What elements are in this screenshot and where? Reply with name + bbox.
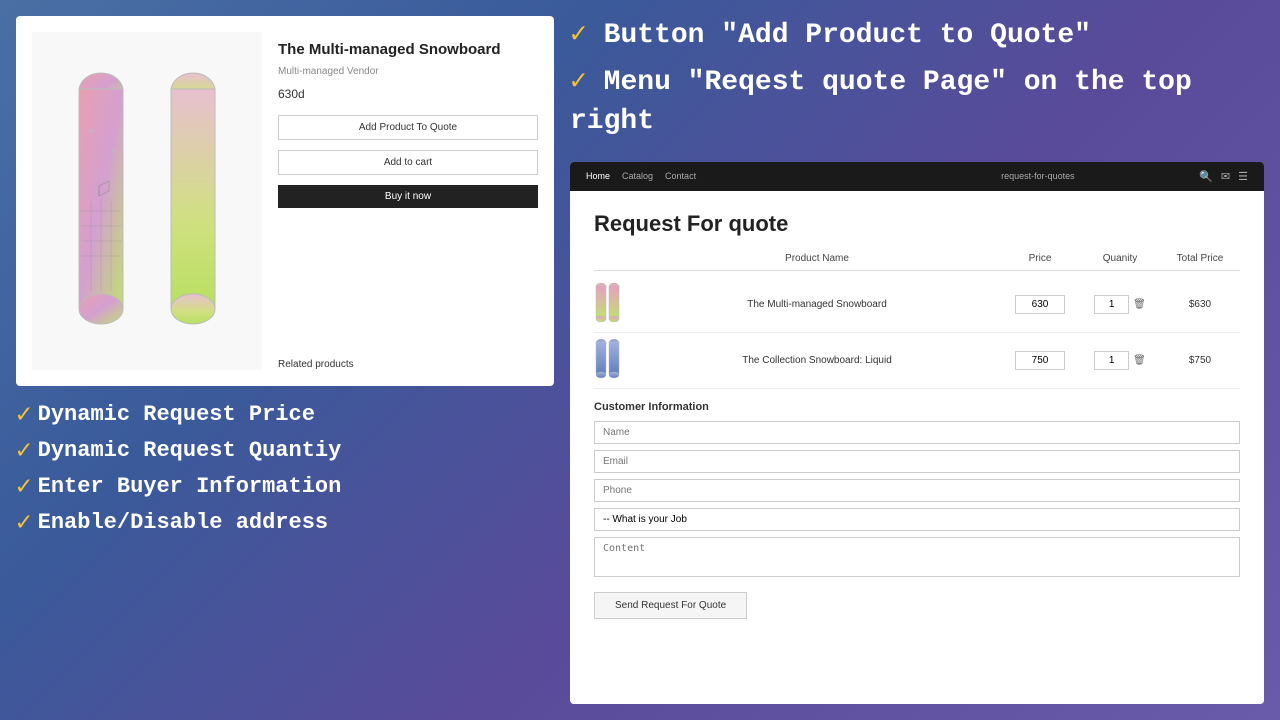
check-icon-top1: ✓ <box>570 20 587 51</box>
nav-contact: Contact <box>665 171 696 181</box>
rfq-row-2-image <box>594 339 634 382</box>
customer-job-select[interactable]: -- What is your Job <box>594 508 1240 531</box>
nav-catalog: Catalog <box>622 171 653 181</box>
col-product-name: Product Name <box>634 253 1000 264</box>
customer-name-input[interactable] <box>594 421 1240 444</box>
rfq-row-1-qty-input[interactable] <box>1094 295 1129 314</box>
feature-text-2: Dynamic Request Quantiy <box>38 438 342 463</box>
rfq-row-2-total: $750 <box>1160 355 1240 366</box>
left-panel: The Multi-managed Snowboard Multi-manage… <box>0 0 570 720</box>
nav-home: Home <box>586 171 610 181</box>
menu-icon: ☰ <box>1238 170 1248 183</box>
rfq-row-1-price-cell <box>1000 295 1080 314</box>
product-card-screenshot: The Multi-managed Snowboard Multi-manage… <box>16 16 554 386</box>
mail-icon: ✉ <box>1221 170 1230 183</box>
search-icon: 🔍 <box>1199 170 1213 183</box>
col-price: Price <box>1000 253 1080 264</box>
rfq-nav-icons: 🔍 ✉ ☰ <box>1199 170 1248 183</box>
customer-content-textarea[interactable] <box>594 537 1240 577</box>
rfq-row-1-image <box>594 283 634 326</box>
add-to-cart-button[interactable]: Add to cart <box>278 150 538 175</box>
top-text-label2: Menu "Reqest quote Page" on the top righ… <box>570 67 1192 137</box>
snowboard-images <box>61 71 233 331</box>
checkmark-icon-2: ✓ <box>16 438 32 464</box>
rfq-title: Request For quote <box>594 211 1240 237</box>
rfq-row-1: The Multi-managed Snowboard 🗑 $630 <box>594 277 1240 333</box>
checkmark-icon-4: ✓ <box>16 510 32 536</box>
col-quantity: Quanity <box>1080 253 1160 264</box>
rfq-row-2-qty-input[interactable] <box>1094 351 1129 370</box>
rfq-row-2-qty-cell: 🗑 <box>1080 351 1160 370</box>
snowboard-1-icon <box>61 71 141 331</box>
rfq-row-2-name: The Collection Snowboard: Liquid <box>634 355 1000 366</box>
send-request-button[interactable]: Send Request For Quote <box>594 592 747 619</box>
rfq-row-2: The Collection Snowboard: Liquid 🗑 $750 <box>594 333 1240 389</box>
feature-item-4: ✓ Enable/Disable address <box>16 510 554 536</box>
checkmark-icon-3: ✓ <box>16 474 32 500</box>
customer-email-input[interactable] <box>594 450 1240 473</box>
buy-it-now-button[interactable]: Buy it now <box>278 185 538 208</box>
snowboard-2-icon <box>153 71 233 331</box>
rfq-url-bar: request-for-quotes <box>893 171 1184 181</box>
rfq-row-1-name: The Multi-managed Snowboard <box>634 299 1000 310</box>
product-title: The Multi-managed Snowboard <box>278 40 538 60</box>
customer-phone-input[interactable] <box>594 479 1240 502</box>
rfq-screenshot: Home Catalog Contact request-for-quotes … <box>570 162 1264 704</box>
product-info: The Multi-managed Snowboard Multi-manage… <box>278 32 538 370</box>
customer-section-label: Customer Information <box>594 401 1240 413</box>
product-price: 630d <box>278 87 538 101</box>
right-panel: ✓ Button "Add Product to Quote" ✓ Menu "… <box>570 0 1280 720</box>
rfq-row-1-price-input[interactable] <box>1015 295 1065 314</box>
related-products-label: Related products <box>278 351 538 370</box>
rfq-row-1-total: $630 <box>1160 299 1240 310</box>
add-product-to-quote-button[interactable]: Add Product To Quote <box>278 115 538 140</box>
top-text-label1: Button "Add Product to Quote" <box>604 20 1091 51</box>
top-right-text: ✓ Button "Add Product to Quote" ✓ Menu "… <box>570 16 1264 142</box>
top-text-line2: ✓ Menu "Reqest quote Page" on the top ri… <box>570 63 1264 141</box>
rfq-row-2-price-input[interactable] <box>1015 351 1065 370</box>
features-list: ✓ Dynamic Request Price ✓ Dynamic Reques… <box>16 402 554 536</box>
feature-item-3: ✓ Enter Buyer Information <box>16 474 554 500</box>
rfq-navbar: Home Catalog Contact request-for-quotes … <box>570 162 1264 191</box>
feature-text-1: Dynamic Request Price <box>38 402 315 427</box>
top-text-line1: ✓ Button "Add Product to Quote" <box>570 16 1264 55</box>
rfq-snowboard-2-icon <box>594 339 622 379</box>
rfq-nav-links: Home Catalog Contact <box>586 171 877 181</box>
feature-text-4: Enable/Disable address <box>38 510 328 535</box>
feature-item-2: ✓ Dynamic Request Quantiy <box>16 438 554 464</box>
rfq-table-header: Product Name Price Quanity Total Price <box>594 253 1240 271</box>
feature-text-3: Enter Buyer Information <box>38 474 342 499</box>
rfq-row-1-delete-icon[interactable]: 🗑 <box>1133 299 1146 310</box>
product-image-area <box>32 32 262 370</box>
rfq-body: Request For quote Product Name Price Qua… <box>570 191 1264 704</box>
check-icon-top2: ✓ <box>570 67 587 98</box>
rfq-snowboard-1-icon <box>594 283 622 323</box>
feature-item-1: ✓ Dynamic Request Price <box>16 402 554 428</box>
product-vendor: Multi-managed Vendor <box>278 66 538 77</box>
rfq-row-1-qty-cell: 🗑 <box>1080 295 1160 314</box>
customer-information-section: Customer Information -- What is your Job… <box>594 401 1240 619</box>
col-total: Total Price <box>1160 253 1240 264</box>
rfq-row-2-price-cell <box>1000 351 1080 370</box>
checkmark-icon-1: ✓ <box>16 402 32 428</box>
rfq-row-2-delete-icon[interactable]: 🗑 <box>1133 355 1146 366</box>
col-image <box>594 253 634 264</box>
